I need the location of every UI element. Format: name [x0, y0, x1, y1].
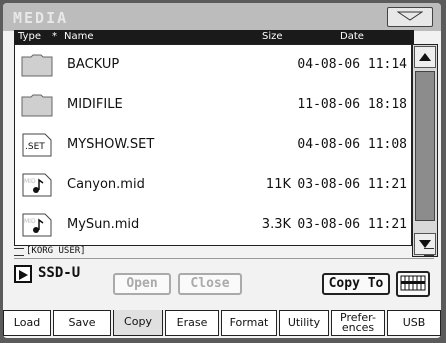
- path-label: [KORG USER]: [26, 246, 86, 256]
- file-list[interactable]: BACKUP 04-08-06 11:14 MIDIFILE 11-08-06 …: [14, 44, 412, 246]
- col-date[interactable]: Date: [340, 31, 364, 42]
- keyboard-icon-button[interactable]: [396, 271, 430, 297]
- set-file-icon: .SET: [22, 133, 52, 157]
- file-date: 03-08-06 11:21: [297, 217, 407, 232]
- file-date: 03-08-06 11:21: [297, 177, 407, 192]
- col-name[interactable]: Name: [64, 31, 94, 42]
- title-bar: MEDIA: [3, 3, 441, 31]
- folder-icon: [21, 54, 53, 77]
- folder-icon: [21, 94, 53, 117]
- scroll-up-button[interactable]: [414, 46, 436, 68]
- file-name: BACKUP: [67, 57, 120, 72]
- tab-format[interactable]: Format: [221, 310, 277, 336]
- svg-text:.SET: .SET: [25, 142, 45, 152]
- midi-file-icon: MID: [22, 173, 52, 197]
- scroll-thumb[interactable]: [415, 71, 435, 221]
- current-path: [KORG USER]: [14, 246, 434, 259]
- page-menu-button[interactable]: [387, 7, 433, 27]
- tab-preferences-line2: ences: [341, 321, 375, 334]
- file-name: MYSHOW.SET: [67, 137, 155, 152]
- tab-bar: Load Save Copy Erase Format Utility Pref…: [3, 308, 441, 338]
- list-item[interactable]: MID Canyon.mid 11K 03-08-06 11:21: [15, 165, 411, 205]
- device-label: SSD-U: [38, 265, 81, 281]
- file-size: 3.3K: [261, 217, 291, 232]
- arrow-up-icon: [419, 53, 431, 61]
- file-name: MIDIFILE: [67, 97, 123, 112]
- list-item[interactable]: MID MySun.mid 3.3K 03-08-06 11:21: [15, 205, 411, 245]
- grip-icon: [14, 248, 24, 256]
- chevron-down-icon: [397, 11, 423, 21]
- device-selector[interactable]: SSD-U: [14, 263, 110, 285]
- tab-load[interactable]: Load: [3, 310, 51, 336]
- play-arrow-icon: [19, 270, 28, 280]
- list-item[interactable]: MIDIFILE 11-08-06 18:18: [15, 85, 411, 125]
- grip-icon: [424, 248, 434, 256]
- list-item[interactable]: .SET MYSHOW.SET 04-08-06 11:08: [15, 125, 411, 165]
- keyboard-icon: [400, 275, 426, 291]
- col-type[interactable]: Type: [18, 31, 41, 42]
- svg-text:MID: MID: [24, 218, 36, 225]
- midi-file-icon: MID: [22, 213, 52, 237]
- file-size: 11K: [265, 177, 291, 192]
- tab-erase[interactable]: Erase: [165, 310, 219, 336]
- list-item[interactable]: BACKUP 04-08-06 11:14: [15, 45, 411, 85]
- file-date: 04-08-06 11:14: [297, 57, 407, 72]
- scrollbar[interactable]: [412, 44, 438, 257]
- tab-preferences[interactable]: Prefer- ences: [331, 310, 385, 336]
- column-headers: Type * Name Size Date: [14, 30, 414, 44]
- file-date: 04-08-06 11:08: [297, 137, 407, 152]
- svg-text:MID: MID: [24, 178, 36, 185]
- device-selector-arrow[interactable]: [14, 265, 32, 283]
- close-button[interactable]: Close: [178, 273, 242, 295]
- tab-copy[interactable]: Copy: [113, 310, 163, 336]
- file-date: 11-08-06 18:18: [297, 97, 407, 112]
- file-name: Canyon.mid: [67, 177, 145, 192]
- copy-to-button[interactable]: Copy To: [322, 273, 390, 295]
- file-name: MySun.mid: [67, 217, 140, 232]
- page-title: MEDIA: [13, 9, 69, 27]
- open-button[interactable]: Open: [113, 273, 171, 295]
- tab-save[interactable]: Save: [53, 310, 111, 336]
- tab-utility[interactable]: Utility: [279, 310, 329, 336]
- col-sort-mark: *: [52, 31, 57, 42]
- col-size[interactable]: Size: [262, 31, 283, 42]
- tab-usb[interactable]: USB: [387, 310, 441, 336]
